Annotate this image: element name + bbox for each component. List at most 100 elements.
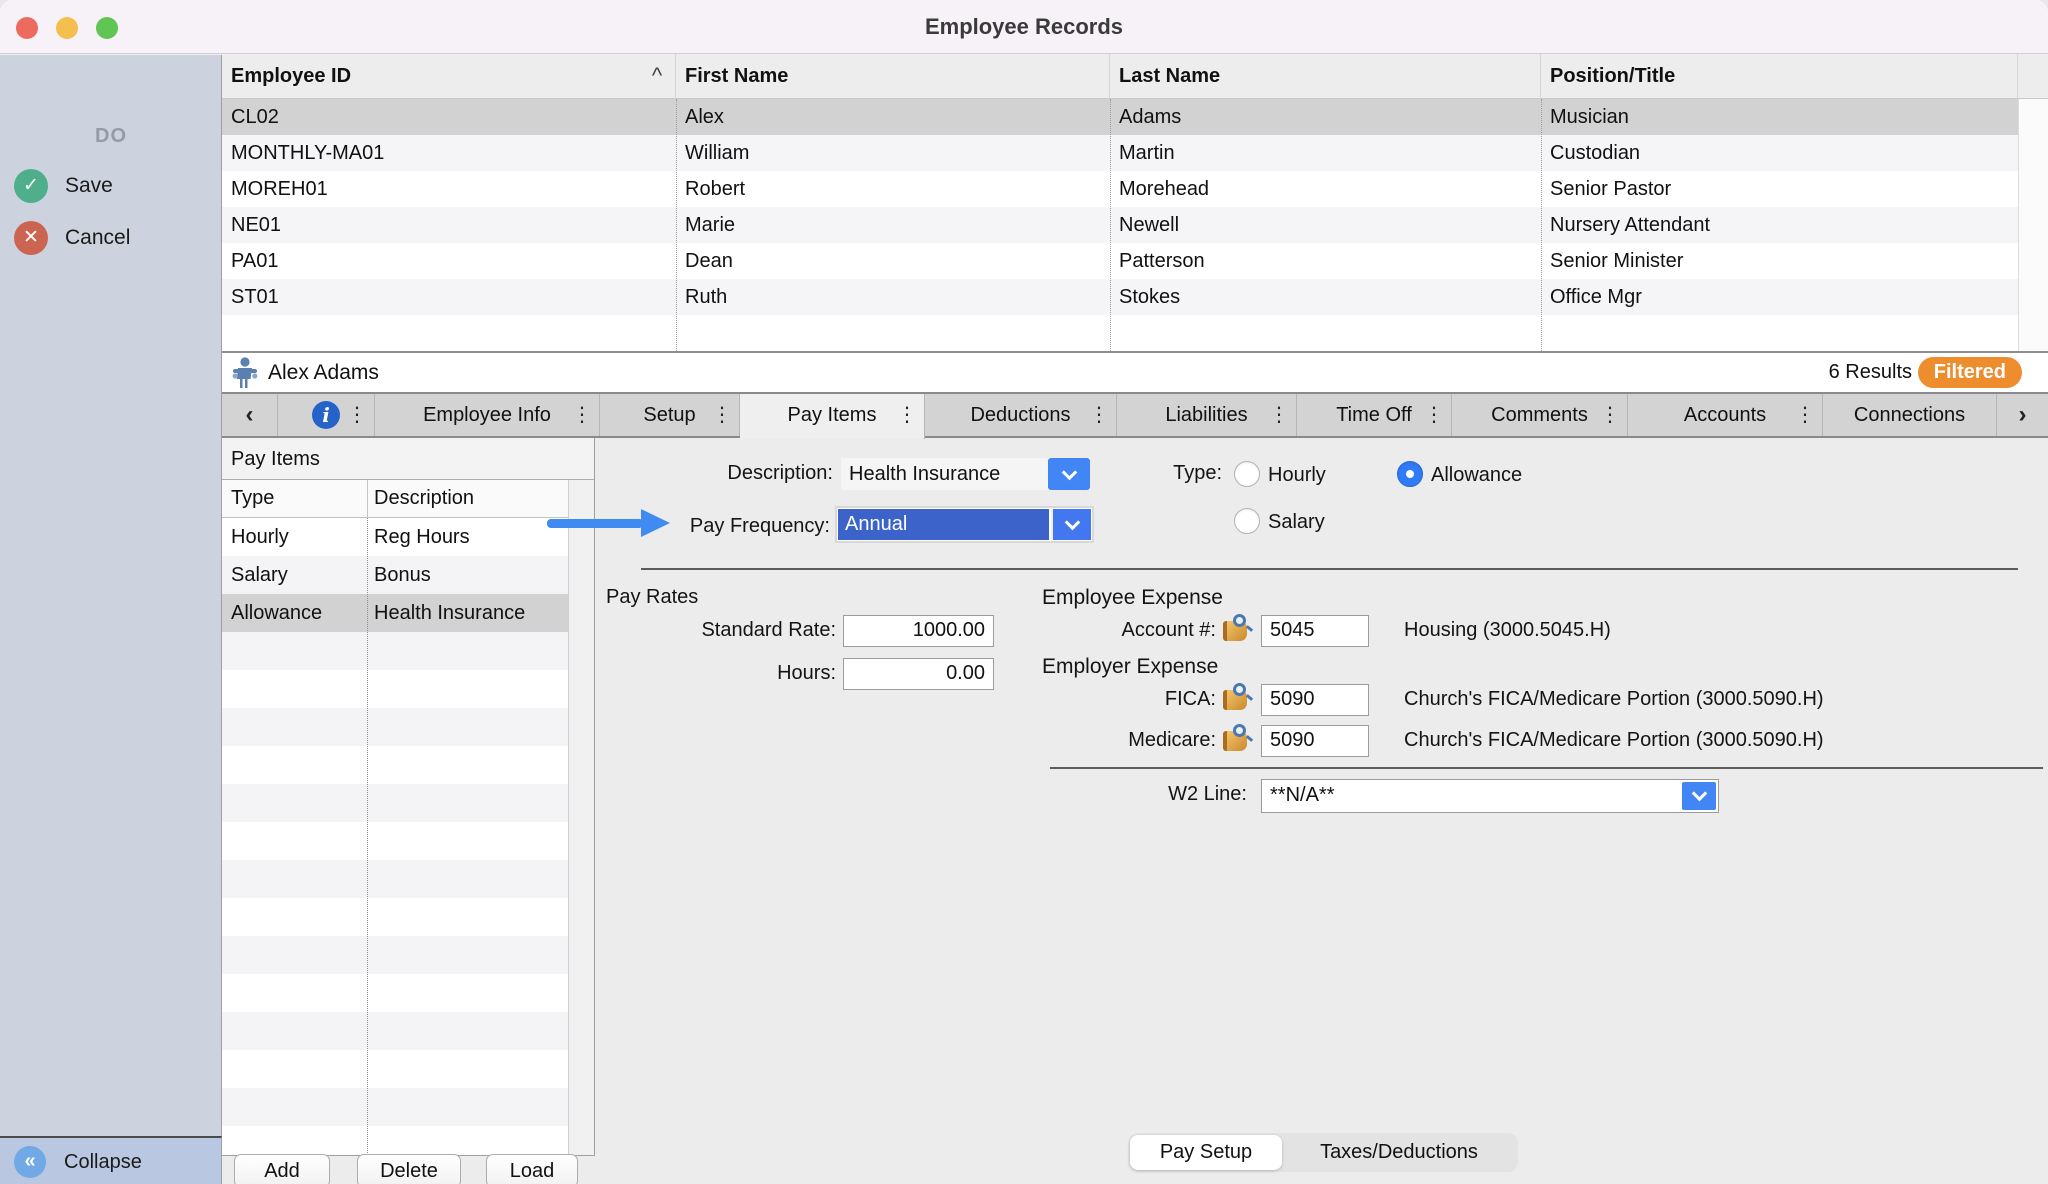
pay-frequency-dropdown[interactable]: Annual: [835, 506, 1094, 543]
cancel-button[interactable]: Cancel: [0, 218, 222, 258]
section-divider: [641, 568, 2018, 570]
type-label: Type:: [1122, 462, 1222, 485]
column-header-position-title[interactable]: Position/Title: [1541, 54, 2018, 99]
tab-connections[interactable]: Connections: [1823, 394, 1997, 436]
save-label: Save: [65, 166, 113, 206]
column-header-first-name[interactable]: First Name: [676, 54, 1110, 99]
fica-account-input[interactable]: 5090: [1261, 684, 1369, 716]
radio-allowance[interactable]: [1397, 461, 1423, 487]
radio-hourly-label[interactable]: Hourly: [1268, 464, 1326, 487]
segment-taxes-deductions[interactable]: Taxes/Deductions: [1282, 1135, 1516, 1170]
pay-items-scrollbar[interactable]: [568, 480, 594, 1155]
add-pay-item-button[interactable]: Add: [234, 1154, 330, 1184]
pay-items-pane: Pay Items Type Description Hourly Reg Ho…: [222, 438, 2048, 1184]
cell-first-name: William: [676, 135, 1110, 171]
title-bar: Employee Records: [0, 0, 2048, 54]
tab-time-off[interactable]: Time Off: [1297, 394, 1452, 436]
save-button[interactable]: Save: [0, 166, 222, 206]
description-dropdown[interactable]: Health Insurance: [841, 458, 1090, 490]
table-row[interactable]: NE01 Marie Newell Nursery Attendant: [222, 207, 2018, 243]
collapse-label: Collapse: [64, 1138, 142, 1184]
tab-label: Employee Info: [423, 404, 551, 426]
tab-pay-items[interactable]: Pay Items: [740, 394, 925, 439]
action-sidebar: DO Save Cancel: [0, 55, 222, 1184]
cell-position-title: Custodian: [1541, 135, 2018, 171]
dropdown-button[interactable]: [1048, 458, 1090, 490]
pay-item-row[interactable]: Allowance Health Insurance: [222, 594, 568, 632]
segment-pay-setup[interactable]: Pay Setup: [1130, 1135, 1282, 1170]
cell-first-name: Robert: [676, 171, 1110, 207]
standard-rate-input[interactable]: 1000.00: [843, 615, 994, 647]
hours-input[interactable]: 0.00: [843, 658, 994, 690]
tab-menu-icon[interactable]: [712, 394, 732, 436]
tab-comments[interactable]: Comments: [1452, 394, 1628, 436]
cell-first-name: Ruth: [676, 279, 1110, 315]
bottom-view-switcher: Pay Setup Taxes/Deductions: [1128, 1133, 1518, 1172]
tab-menu-icon[interactable]: [1424, 394, 1444, 436]
column-divider: [367, 480, 368, 518]
tab-info[interactable]: [278, 394, 375, 436]
radio-salary-label[interactable]: Salary: [1268, 511, 1325, 534]
radio-allowance-label[interactable]: Allowance: [1431, 464, 1522, 487]
table-row[interactable]: CL02 Alex Adams Musician: [222, 99, 2018, 135]
cell-last-name: Adams: [1110, 99, 1541, 135]
tab-menu-icon[interactable]: [1600, 394, 1620, 436]
collapse-button[interactable]: Collapse: [0, 1136, 222, 1184]
table-row[interactable]: ST01 Ruth Stokes Office Mgr: [222, 279, 2018, 315]
employer-expense-section-label: Employer Expense: [1042, 655, 1218, 679]
column-header-employee-id[interactable]: Employee ID ^: [222, 54, 676, 99]
description-label: Description:: [602, 462, 833, 485]
chevron-left-icon: [246, 401, 254, 428]
account-number-input[interactable]: 5045: [1261, 615, 1369, 647]
pay-item-row[interactable]: Hourly Reg Hours: [222, 518, 568, 556]
tab-label: Connections: [1854, 404, 1965, 426]
standard-rate-label: Standard Rate:: [612, 619, 836, 642]
tab-setup[interactable]: Setup: [600, 394, 740, 436]
medicare-account-input[interactable]: 5090: [1261, 725, 1369, 757]
table-row[interactable]: MONTHLY-MA01 William Martin Custodian: [222, 135, 2018, 171]
table-scrollbar[interactable]: [2018, 99, 2048, 351]
tab-menu-icon[interactable]: [1795, 394, 1815, 436]
cell-type: Hourly: [231, 518, 289, 556]
tab-menu-icon[interactable]: [572, 394, 592, 436]
column-header-last-name[interactable]: Last Name: [1110, 54, 1541, 99]
dropdown-button[interactable]: [1051, 509, 1091, 540]
account-lookup-icon[interactable]: [1223, 614, 1253, 642]
dropdown-button[interactable]: [1682, 782, 1716, 810]
tab-menu-icon[interactable]: [1089, 394, 1109, 436]
tab-employee-info[interactable]: Employee Info: [375, 394, 600, 436]
column-header-type: Type: [231, 480, 274, 517]
w2-line-dropdown[interactable]: **N/A**: [1261, 779, 1719, 813]
employee-expense-section-label: Employee Expense: [1042, 586, 1223, 610]
account-lookup-icon[interactable]: [1223, 683, 1253, 711]
cell-description: Reg Hours: [374, 518, 470, 556]
tab-liabilities[interactable]: Liabilities: [1117, 394, 1297, 436]
cell-description: Bonus: [374, 556, 431, 594]
load-pay-item-button[interactable]: Load: [486, 1154, 578, 1184]
tab-label: Deductions: [970, 404, 1070, 426]
pay-rates-section-label: Pay Rates: [606, 586, 698, 609]
cell-position-title: Senior Minister: [1541, 243, 2018, 279]
account-lookup-icon[interactable]: [1223, 724, 1253, 752]
table-row[interactable]: MOREH01 Robert Morehead Senior Pastor: [222, 171, 2018, 207]
tab-accounts[interactable]: Accounts: [1628, 394, 1823, 436]
sidebar-header: DO: [0, 125, 222, 148]
filtered-badge[interactable]: Filtered: [1918, 357, 2022, 388]
radio-salary[interactable]: [1234, 508, 1260, 534]
column-header-description: Description: [374, 480, 474, 517]
tab-menu-icon[interactable]: [347, 394, 367, 436]
tab-menu-icon[interactable]: [1269, 394, 1289, 436]
cell-employee-id: CL02: [222, 99, 676, 135]
cell-employee-id: NE01: [222, 207, 676, 243]
tabs-scroll-right-button[interactable]: [1997, 394, 2048, 436]
tab-menu-icon[interactable]: [897, 394, 917, 436]
cancel-x-icon: [14, 221, 48, 255]
table-row[interactable]: PA01 Dean Patterson Senior Minister: [222, 243, 2018, 279]
pay-item-row[interactable]: Salary Bonus: [222, 556, 568, 594]
delete-pay-item-button[interactable]: Delete: [357, 1154, 461, 1184]
tab-deductions[interactable]: Deductions: [925, 394, 1117, 436]
cell-last-name: Morehead: [1110, 171, 1541, 207]
cell-last-name: Martin: [1110, 135, 1541, 171]
tabs-scroll-left-button[interactable]: [222, 394, 278, 436]
radio-hourly[interactable]: [1234, 461, 1260, 487]
